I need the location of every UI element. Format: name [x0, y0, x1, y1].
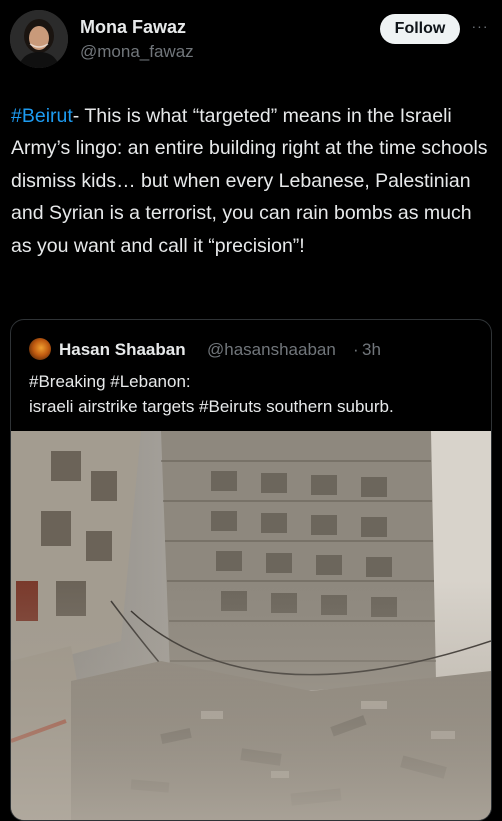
quoted-timestamp[interactable]: 3h	[362, 340, 381, 360]
separator-dot: ·	[353, 340, 359, 359]
tweet-body: - This is what “targeted” means in the I…	[11, 105, 488, 257]
author-avatar[interactable]	[10, 10, 68, 68]
tweet-text: #Beirut- This is what “targeted” means i…	[11, 100, 495, 262]
quoted-author-handle[interactable]: @hasanshaaban	[207, 340, 336, 360]
author-handle[interactable]: @mona_fawaz	[80, 42, 194, 62]
quoted-author-avatar[interactable]	[29, 338, 51, 360]
quoted-text-line-2: israeli airstrike targets #Beiruts south…	[29, 397, 394, 416]
airstrike-photo	[11, 431, 491, 820]
quoted-media-photo[interactable]	[11, 431, 491, 820]
more-options-icon[interactable]: ···	[468, 18, 492, 38]
quoted-text-line-1: #Breaking #Lebanon:	[29, 372, 191, 391]
quoted-tweet-card[interactable]: Hasan Shaaban @hasanshaaban · 3h #Breaki…	[10, 319, 492, 821]
quoted-author-name[interactable]: Hasan Shaaban	[59, 340, 186, 360]
author-avatar-image	[10, 10, 68, 68]
author-display-name[interactable]: Mona Fawaz	[80, 17, 186, 38]
hashtag-link[interactable]: #Beirut	[11, 105, 73, 127]
follow-button[interactable]: Follow	[380, 14, 460, 44]
